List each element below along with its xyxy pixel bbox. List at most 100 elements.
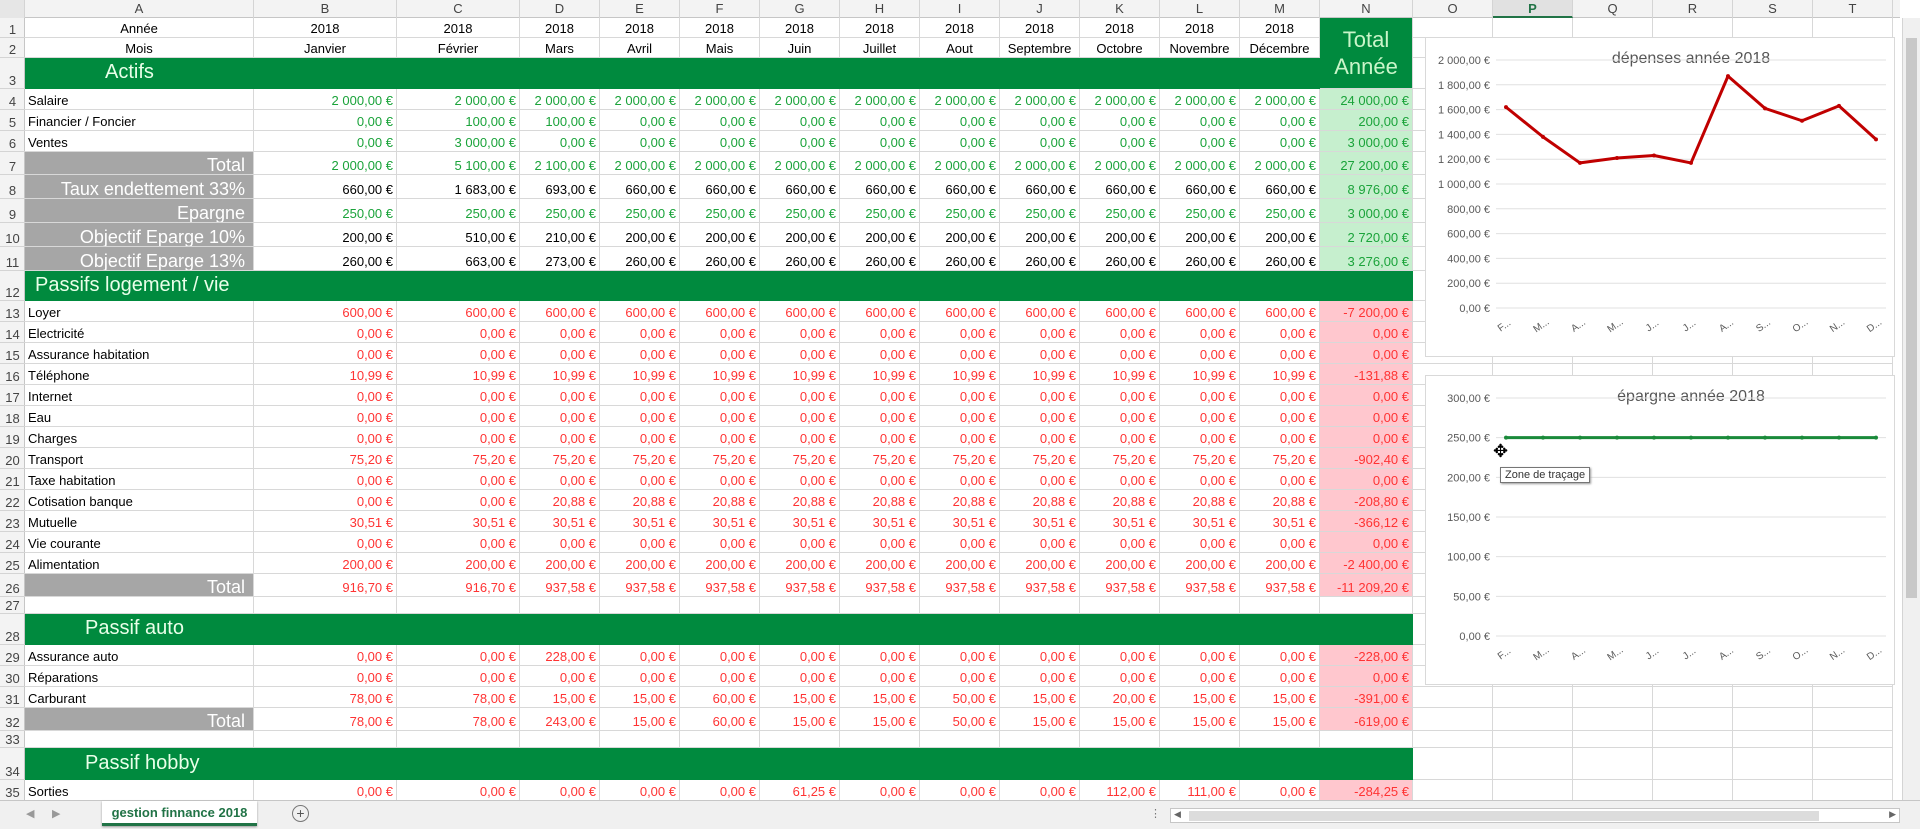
row-label-35[interactable]: Sorties (25, 780, 254, 801)
cell-g29[interactable]: 0,00 € (760, 645, 840, 666)
cell-l13[interactable]: 600,00 € (1160, 301, 1240, 322)
cell-k23[interactable]: 30,51 € (1080, 511, 1160, 532)
column-header-n[interactable]: N (1320, 0, 1413, 18)
cell-d11[interactable]: 273,00 € (520, 247, 600, 271)
cell-q34[interactable] (1573, 748, 1653, 780)
cell-f9[interactable]: 250,00 € (680, 199, 760, 223)
cell-m10[interactable]: 200,00 € (1240, 223, 1320, 247)
cell-f8[interactable]: 660,00 € (680, 175, 760, 199)
cell-k24[interactable]: 0,00 € (1080, 532, 1160, 553)
epargne-chart-point[interactable] (1689, 435, 1693, 440)
cell-j32[interactable]: 15,00 € (1000, 708, 1080, 731)
total-annee-header[interactable]: Total Année (1320, 18, 1413, 89)
cell-s34[interactable] (1733, 748, 1813, 780)
cell-l14[interactable]: 0,00 € (1160, 322, 1240, 343)
cell-l7[interactable]: 2 000,00 € (1160, 152, 1240, 175)
cell-n20[interactable]: -902,40 € (1320, 448, 1413, 469)
cell-l31[interactable]: 15,00 € (1160, 687, 1240, 708)
row-header-28[interactable]: 28 (0, 614, 25, 645)
cell-o1[interactable] (1413, 18, 1493, 38)
cell-g32[interactable]: 15,00 € (760, 708, 840, 731)
cell-b33[interactable] (254, 731, 397, 748)
cell-f11[interactable]: 260,00 € (680, 247, 760, 271)
cell-l2[interactable]: Novembre (1160, 38, 1240, 58)
cell-e15[interactable]: 0,00 € (600, 343, 680, 364)
cell-l19[interactable]: 0,00 € (1160, 427, 1240, 448)
cell-i26[interactable]: 937,58 € (920, 574, 1000, 597)
cell-t33[interactable] (1813, 731, 1893, 748)
column-header-l[interactable]: L (1160, 0, 1240, 18)
cell-i35[interactable]: 0,00 € (920, 780, 1000, 801)
cell-k9[interactable]: 250,00 € (1080, 199, 1160, 223)
cell-h15[interactable]: 0,00 € (840, 343, 920, 364)
cell-k32[interactable]: 15,00 € (1080, 708, 1160, 731)
cell-d2[interactable]: Mars (520, 38, 600, 58)
cell-n23[interactable]: -366,12 € (1320, 511, 1413, 532)
cell-f7[interactable]: 2 000,00 € (680, 152, 760, 175)
cell-n10[interactable]: 2 720,00 € (1320, 223, 1413, 247)
cell-m6[interactable]: 0,00 € (1240, 131, 1320, 152)
cell-g35[interactable]: 61,25 € (760, 780, 840, 801)
row-header-11[interactable]: 11 (0, 247, 25, 271)
cell-k10[interactable]: 200,00 € (1080, 223, 1160, 247)
row-header-21[interactable]: 21 (0, 469, 25, 490)
cell-n21[interactable]: 0,00 € (1320, 469, 1413, 490)
cell-k20[interactable]: 75,20 € (1080, 448, 1160, 469)
cell-i31[interactable]: 50,00 € (920, 687, 1000, 708)
cell-n25[interactable]: -2 400,00 € (1320, 553, 1413, 574)
epargne-chart-point[interactable] (1763, 435, 1767, 440)
depenses-chart-point[interactable] (1689, 160, 1693, 165)
cell-n5[interactable]: 200,00 € (1320, 110, 1413, 131)
cell-q31[interactable] (1573, 687, 1653, 708)
cell-f19[interactable]: 0,00 € (680, 427, 760, 448)
cell-r35[interactable] (1653, 780, 1733, 801)
cell-d17[interactable]: 0,00 € (520, 385, 600, 406)
cell-i29[interactable]: 0,00 € (920, 645, 1000, 666)
cell-l24[interactable]: 0,00 € (1160, 532, 1240, 553)
row-header-17[interactable]: 17 (0, 385, 25, 406)
cell-f1[interactable]: 2018 (680, 18, 760, 38)
cell-j11[interactable]: 260,00 € (1000, 247, 1080, 271)
cell-b2[interactable]: Janvier (254, 38, 397, 58)
cell-m35[interactable]: 0,00 € (1240, 780, 1320, 801)
cell-k2[interactable]: Octobre (1080, 38, 1160, 58)
cell-d26[interactable]: 937,58 € (520, 574, 600, 597)
cell-i1[interactable]: 2018 (920, 18, 1000, 38)
cell-e32[interactable]: 15,00 € (600, 708, 680, 731)
cell-h16[interactable]: 10,99 € (840, 364, 920, 385)
cell-e8[interactable]: 660,00 € (600, 175, 680, 199)
cell-d15[interactable]: 0,00 € (520, 343, 600, 364)
cell-i9[interactable]: 250,00 € (920, 199, 1000, 223)
cell-c29[interactable]: 0,00 € (397, 645, 520, 666)
cell-d9[interactable]: 250,00 € (520, 199, 600, 223)
cell-g22[interactable]: 20,88 € (760, 490, 840, 511)
row-header-29[interactable]: 29 (0, 645, 25, 666)
cell-f17[interactable]: 0,00 € (680, 385, 760, 406)
cell-j8[interactable]: 660,00 € (1000, 175, 1080, 199)
cell-l6[interactable]: 0,00 € (1160, 131, 1240, 152)
cell-c14[interactable]: 0,00 € (397, 322, 520, 343)
cell-b27[interactable] (254, 597, 397, 614)
cell-k14[interactable]: 0,00 € (1080, 322, 1160, 343)
cell-k17[interactable]: 0,00 € (1080, 385, 1160, 406)
cell-f14[interactable]: 0,00 € (680, 322, 760, 343)
cell-e21[interactable]: 0,00 € (600, 469, 680, 490)
row-label-10[interactable]: Objectif Eparge 10% (25, 223, 254, 247)
cell-b14[interactable]: 0,00 € (254, 322, 397, 343)
cell-l23[interactable]: 30,51 € (1160, 511, 1240, 532)
cell-h8[interactable]: 660,00 € (840, 175, 920, 199)
epargne-chart-point[interactable] (1874, 435, 1878, 440)
cell-m5[interactable]: 0,00 € (1240, 110, 1320, 131)
cell-d33[interactable] (520, 731, 600, 748)
cell-d10[interactable]: 210,00 € (520, 223, 600, 247)
cell-e7[interactable]: 2 000,00 € (600, 152, 680, 175)
cell-e5[interactable]: 0,00 € (600, 110, 680, 131)
cell-e6[interactable]: 0,00 € (600, 131, 680, 152)
cell-k25[interactable]: 200,00 € (1080, 553, 1160, 574)
cell-s32[interactable] (1733, 708, 1813, 731)
cell-f29[interactable]: 0,00 € (680, 645, 760, 666)
cell-c18[interactable]: 0,00 € (397, 406, 520, 427)
cell-b32[interactable]: 78,00 € (254, 708, 397, 731)
cell-n33[interactable] (1320, 731, 1413, 748)
cell-i23[interactable]: 30,51 € (920, 511, 1000, 532)
